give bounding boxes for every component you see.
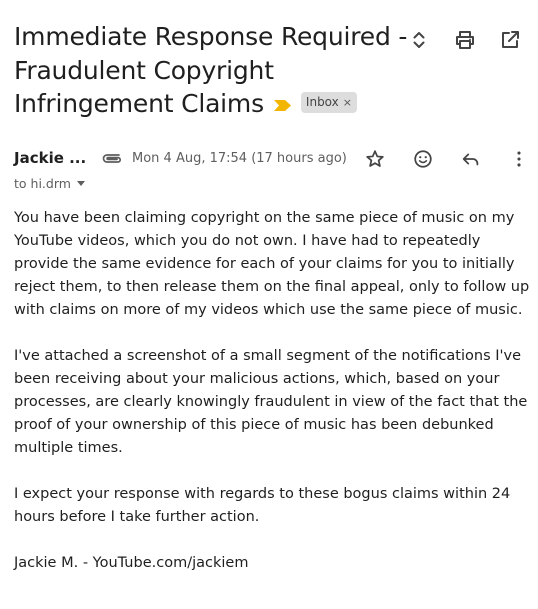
recipient-text: to hi.drm	[14, 176, 71, 191]
inbox-label-text: Inbox	[305, 94, 339, 109]
subject-header: Immediate Response Required - Fraudulent…	[14, 20, 414, 122]
more-vert-icon[interactable]	[508, 148, 530, 174]
reply-icon[interactable]	[460, 148, 482, 174]
emoji-react-icon[interactable]	[412, 148, 434, 174]
body-paragraph: You have been claiming copyright on the …	[14, 210, 530, 318]
chevron-down-icon[interactable]	[76, 181, 85, 186]
print-icon[interactable]	[453, 28, 477, 52]
inbox-label-chip[interactable]: Inbox ×	[300, 91, 357, 113]
signature: Jackie M. - YouTube.com/jackiem	[14, 555, 249, 571]
important-marker-icon[interactable]	[273, 86, 291, 120]
sender-name[interactable]: Jackie ...	[14, 149, 86, 167]
subject-line-2: Fraudulent Copyright	[14, 55, 274, 85]
body-paragraph: I've attached a screenshot of a small se…	[14, 348, 528, 456]
thread-actions	[403, 28, 538, 52]
message-header: Jackie ... Mon 4 Aug, 17:54 (17 hours ag…	[14, 148, 534, 172]
star-icon[interactable]	[364, 148, 386, 174]
attachment-icon	[101, 150, 123, 169]
message-body: You have been claiming copyright on the …	[14, 207, 536, 575]
message-date: Mon 4 Aug, 17:54 (17 hours ago)	[132, 151, 347, 166]
recipient-line[interactable]: to hi.drm	[14, 176, 85, 191]
body-paragraph: I expect your response with regards to t…	[14, 486, 511, 525]
unfold-icon[interactable]	[407, 28, 431, 52]
remove-label-icon[interactable]: ×	[343, 96, 352, 109]
email-subject: Immediate Response Required - Fraudulent…	[14, 20, 414, 122]
subject-line-3: Infringement Claims	[14, 89, 264, 118]
subject-line-1: Immediate Response Required -	[14, 22, 408, 51]
open-in-new-icon[interactable]	[498, 28, 522, 52]
